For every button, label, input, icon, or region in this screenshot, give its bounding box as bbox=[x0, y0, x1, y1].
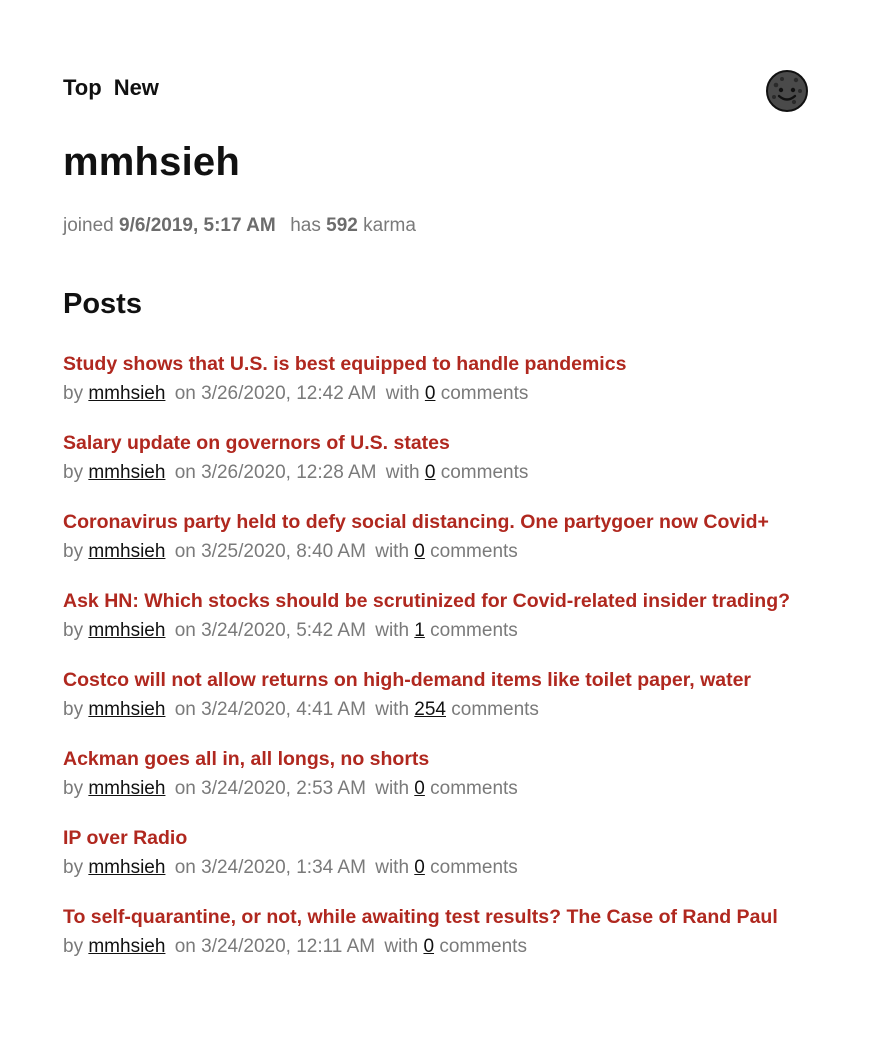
post-title-link[interactable]: IP over Radio bbox=[63, 825, 823, 851]
post-date: 3/24/2020, 1:34 AM bbox=[201, 857, 366, 878]
post-date: 3/26/2020, 12:42 AM bbox=[201, 383, 377, 404]
post-list: Study shows that U.S. is best equipped t… bbox=[63, 351, 823, 983]
nav-new-link[interactable]: New bbox=[114, 72, 159, 104]
by-label: by bbox=[63, 462, 84, 483]
author-link[interactable]: mmhsieh bbox=[88, 462, 165, 483]
list-item: To self-quarantine, or not, while awaiti… bbox=[63, 904, 823, 983]
author-link[interactable]: mmhsieh bbox=[88, 383, 165, 404]
post-date: 3/24/2020, 2:53 AM bbox=[201, 778, 366, 799]
comments-count-link[interactable]: 0 bbox=[425, 383, 436, 404]
with-label: with bbox=[375, 620, 410, 641]
on-label: on bbox=[174, 936, 196, 957]
comments-label: comments bbox=[430, 857, 518, 878]
with-label: with bbox=[375, 857, 410, 878]
with-label: with bbox=[375, 699, 410, 720]
karma-value: 592 bbox=[326, 215, 358, 236]
by-label: by bbox=[63, 778, 84, 799]
comments-label: comments bbox=[440, 383, 529, 404]
comments-count-link[interactable]: 0 bbox=[425, 462, 436, 483]
author-link[interactable]: mmhsieh bbox=[88, 778, 165, 799]
with-label: with bbox=[375, 541, 410, 562]
cookie-face-icon[interactable] bbox=[765, 69, 809, 113]
post-meta: by mmhsieh on 3/26/2020, 12:28 AM with 0… bbox=[63, 458, 823, 488]
comments-label: comments bbox=[430, 541, 518, 562]
post-meta: by mmhsieh on 3/24/2020, 2:53 AM with 0 … bbox=[63, 774, 823, 804]
author-link[interactable]: mmhsieh bbox=[88, 620, 165, 641]
post-title-link[interactable]: Salary update on governors of U.S. state… bbox=[63, 430, 823, 456]
post-date: 3/24/2020, 12:11 AM bbox=[201, 936, 376, 957]
joined-value: 9/6/2019, 5:17 AM bbox=[119, 215, 276, 236]
joined-label: joined bbox=[63, 215, 114, 236]
comments-label: comments bbox=[440, 462, 529, 483]
on-label: on bbox=[174, 462, 196, 483]
list-item: Salary update on governors of U.S. state… bbox=[63, 430, 823, 509]
on-label: on bbox=[174, 383, 196, 404]
comments-label: comments bbox=[430, 620, 518, 641]
nav-top-link[interactable]: Top bbox=[63, 72, 102, 104]
with-label: with bbox=[385, 383, 420, 404]
on-label: on bbox=[174, 541, 196, 562]
karma-label: karma bbox=[363, 215, 416, 236]
post-title-link[interactable]: To self-quarantine, or not, while awaiti… bbox=[63, 904, 823, 930]
author-link[interactable]: mmhsieh bbox=[88, 541, 165, 562]
post-meta: by mmhsieh on 3/26/2020, 12:42 AM with 0… bbox=[63, 379, 823, 409]
list-item: Ackman goes all in, all longs, no shorts… bbox=[63, 746, 823, 825]
comments-count-link[interactable]: 0 bbox=[414, 857, 425, 878]
list-item: Costco will not allow returns on high-de… bbox=[63, 667, 823, 746]
list-item: Study shows that U.S. is best equipped t… bbox=[63, 351, 823, 430]
comments-count-link[interactable]: 0 bbox=[423, 936, 434, 957]
post-date: 3/24/2020, 4:41 AM bbox=[201, 699, 366, 720]
post-title-link[interactable]: Study shows that U.S. is best equipped t… bbox=[63, 351, 823, 377]
post-date: 3/26/2020, 12:28 AM bbox=[201, 462, 377, 483]
author-link[interactable]: mmhsieh bbox=[88, 857, 165, 878]
on-label: on bbox=[174, 857, 196, 878]
comments-label: comments bbox=[451, 699, 539, 720]
comments-label: comments bbox=[439, 936, 527, 957]
post-meta: by mmhsieh on 3/24/2020, 5:42 AM with 1 … bbox=[63, 616, 823, 646]
page-title: mmhsieh bbox=[63, 140, 241, 184]
post-date: 3/25/2020, 8:40 AM bbox=[201, 541, 366, 562]
posts-heading: Posts bbox=[63, 288, 142, 320]
post-meta: by mmhsieh on 3/25/2020, 8:40 AM with 0 … bbox=[63, 537, 823, 567]
post-meta: by mmhsieh on 3/24/2020, 1:34 AM with 0 … bbox=[63, 853, 823, 883]
author-link[interactable]: mmhsieh bbox=[88, 699, 165, 720]
post-title-link[interactable]: Costco will not allow returns on high-de… bbox=[63, 667, 823, 693]
by-label: by bbox=[63, 620, 84, 641]
by-label: by bbox=[63, 936, 84, 957]
author-link[interactable]: mmhsieh bbox=[88, 936, 165, 957]
comments-count-link[interactable]: 0 bbox=[414, 541, 425, 562]
list-item: IP over Radio by mmhsieh on 3/24/2020, 1… bbox=[63, 825, 823, 904]
post-title-link[interactable]: Ackman goes all in, all longs, no shorts bbox=[63, 746, 823, 772]
comments-count-link[interactable]: 0 bbox=[414, 778, 425, 799]
by-label: by bbox=[63, 857, 84, 878]
user-meta: joined 9/6/2019, 5:17 AM has 592 karma bbox=[63, 215, 416, 237]
list-item: Coronavirus party held to defy social di… bbox=[63, 509, 823, 588]
on-label: on bbox=[174, 620, 196, 641]
on-label: on bbox=[174, 778, 196, 799]
with-label: with bbox=[384, 936, 419, 957]
has-label: has bbox=[290, 215, 321, 236]
by-label: by bbox=[63, 541, 84, 562]
comments-label: comments bbox=[430, 778, 518, 799]
comments-count-link[interactable]: 254 bbox=[414, 699, 446, 720]
with-label: with bbox=[375, 778, 410, 799]
post-meta: by mmhsieh on 3/24/2020, 12:11 AM with 0… bbox=[63, 932, 823, 962]
list-item: Ask HN: Which stocks should be scrutiniz… bbox=[63, 588, 823, 667]
post-date: 3/24/2020, 5:42 AM bbox=[201, 620, 366, 641]
with-label: with bbox=[385, 462, 420, 483]
post-title-link[interactable]: Coronavirus party held to defy social di… bbox=[63, 509, 823, 535]
post-meta: by mmhsieh on 3/24/2020, 4:41 AM with 25… bbox=[63, 695, 823, 725]
post-title-link[interactable]: Ask HN: Which stocks should be scrutiniz… bbox=[63, 588, 823, 614]
main-nav: Top New bbox=[63, 72, 823, 104]
by-label: by bbox=[63, 383, 84, 404]
by-label: by bbox=[63, 699, 84, 720]
top-bar: Top New bbox=[63, 69, 823, 113]
on-label: on bbox=[174, 699, 196, 720]
comments-count-link[interactable]: 1 bbox=[414, 620, 425, 641]
